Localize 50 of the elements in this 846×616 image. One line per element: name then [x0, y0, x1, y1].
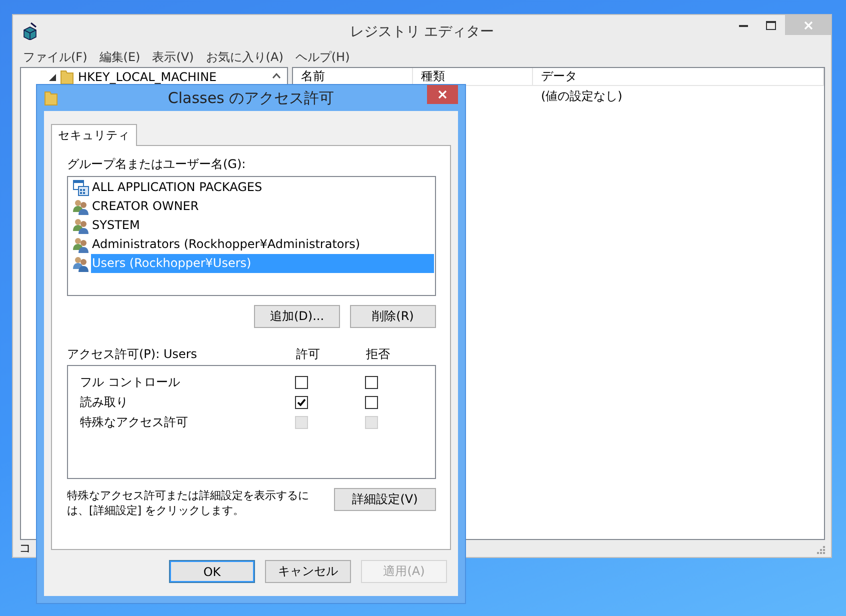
dialog-button[interactable]: 削除(R) [350, 305, 436, 328]
checkbox[interactable] [295, 376, 308, 388]
close-button[interactable] [427, 85, 458, 104]
permission-name: 特殊なアクセス許可 [80, 414, 189, 430]
permission-name: 読み取り [80, 394, 129, 410]
menu-item[interactable]: 表示(V) [146, 48, 200, 66]
list-item[interactable]: SYSTEM [91, 216, 434, 235]
window-title: レジストリ エディター [348, 23, 496, 41]
folder-icon [60, 69, 74, 85]
status-text: コ [19, 540, 31, 557]
scroll-up-icon[interactable] [272, 73, 281, 79]
users-icon [73, 198, 89, 214]
hint-text: 特殊なアクセス許可または詳細設定を表示するには、[詳細設定] をクリックします。 [67, 488, 310, 518]
permission-name: フル コントロール [80, 374, 181, 390]
list-item[interactable]: CREATOR OWNER [91, 197, 434, 216]
close-icon [804, 20, 812, 30]
menu-item[interactable]: ヘルプ(H) [289, 48, 356, 66]
dialog-button[interactable]: OK [169, 560, 255, 583]
checkbox[interactable] [365, 396, 378, 408]
tab[interactable]: セキュリティ [51, 124, 137, 146]
advanced-button[interactable]: 詳細設定(V) [334, 488, 436, 511]
checkbox[interactable] [365, 376, 378, 388]
list-item[interactable]: Administrators (Rockhopper¥Administrators) [91, 235, 434, 254]
folder-icon [44, 90, 58, 106]
expanded-triangle-icon[interactable] [49, 74, 56, 80]
users-icon [73, 218, 89, 234]
list-item[interactable]: ALL APPLICATION PACKAGES [91, 178, 434, 197]
tree-item[interactable]: HKEY_LOCAL_MACHINE [78, 70, 217, 84]
permissions-label: アクセス許可(P): Users [67, 346, 198, 362]
users-icon [73, 256, 89, 272]
table-cell-text: (値の設定なし) [540, 88, 624, 104]
registry-app-icon [21, 22, 39, 40]
maximize-icon [766, 20, 776, 30]
column-header: 許可 [296, 346, 321, 362]
menu-item[interactable]: ファイル(F) [17, 48, 94, 66]
column-header[interactable]: データ [533, 68, 824, 85]
menu-item[interactable]: お気に入り(A) [200, 48, 290, 66]
minimize-icon [738, 24, 748, 26]
resize-grip-icon[interactable] [817, 546, 825, 554]
checkbox[interactable] [295, 396, 308, 408]
users-icon [73, 236, 89, 252]
list-label: グループ名またはユーザー名(G): [67, 156, 247, 172]
dialog-button[interactable]: キャンセル [265, 560, 351, 583]
dialog-button[interactable]: 追加(D)... [254, 305, 340, 328]
check-icon [297, 398, 306, 406]
dialog-title: Classes のアクセス許可 [166, 88, 336, 108]
menu-item[interactable]: 編集(E) [93, 48, 146, 66]
close-icon [438, 90, 447, 99]
app-grid-icon [73, 180, 89, 196]
column-header: 拒否 [366, 346, 391, 362]
